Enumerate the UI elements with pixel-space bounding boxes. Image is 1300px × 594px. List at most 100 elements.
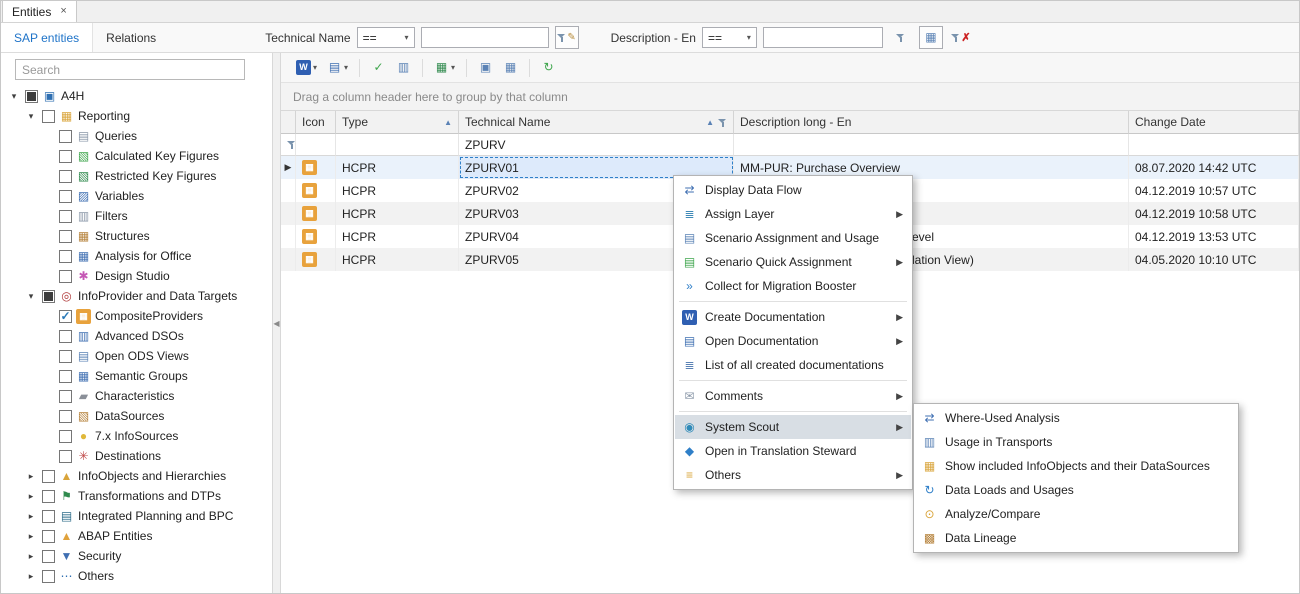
checkbox-unchecked[interactable] [59,450,72,463]
context-menu-item-others[interactable]: ≡Others▶ [675,463,911,487]
cell-type[interactable]: HCPR [336,202,459,225]
export-excel-button[interactable]: ▦▾ [429,56,460,80]
checkbox-unchecked[interactable] [59,390,72,403]
tree-item-7-x-infosources[interactable]: ●7.x InfoSources [1,426,272,446]
filter-settings-button[interactable]: ▦ [919,26,943,49]
tree-item-analysis-for-office[interactable]: ▦Analysis for Office [1,246,272,266]
collapse-icon[interactable]: ▾ [24,111,38,122]
tree-item-queries[interactable]: ▤Queries [1,126,272,146]
scout-submenu-item-show-included-infoobjects-and-their-datasources[interactable]: ▦Show included InfoObjects and their Dat… [915,454,1237,478]
checkbox-unchecked[interactable] [59,330,72,343]
checkbox-partial[interactable] [42,290,55,303]
context-menu-item-create-documentation[interactable]: WCreate Documentation▶ [675,305,911,329]
tree-item-infoprovider-and-data-targets[interactable]: ▾◎InfoProvider and Data Targets [1,286,272,306]
expand-icon[interactable]: ▸ [24,571,38,582]
context-menu-item-system-scout[interactable]: ◉System Scout▶ [675,415,911,439]
checkbox-unchecked[interactable] [59,210,72,223]
search-input[interactable] [15,59,245,80]
tree-item-a4h[interactable]: ▾▣A4H [1,86,272,106]
checkbox-unchecked[interactable] [42,110,55,123]
refresh-button[interactable]: ↻ [536,56,561,80]
row-indicator[interactable] [281,225,296,248]
checkbox-unchecked[interactable] [59,410,72,423]
cell-icon[interactable]: ▦ [296,156,336,179]
expand-icon[interactable]: ▸ [24,511,38,522]
tree-item-datasources[interactable]: ▧DataSources [1,406,272,426]
checkbox-unchecked[interactable] [59,350,72,363]
checkbox-unchecked[interactable] [42,550,55,563]
collapse-sidebar-icon[interactable]: ◀ [273,319,279,328]
tree-item-others[interactable]: ▸⋯Others [1,566,272,586]
cell-type[interactable]: HCPR [336,248,459,271]
context-menu-item-comments[interactable]: ✉Comments▶ [675,384,911,408]
tab-entities[interactable]: Entities × [2,0,77,22]
tree-item-reporting[interactable]: ▾▦Reporting [1,106,272,126]
context-menu-item-open-in-translation-steward[interactable]: ◆Open in Translation Steward [675,439,911,463]
open-documentation-button[interactable]: ▤▾ [322,56,353,80]
checkbox-unchecked[interactable] [59,130,72,143]
technical-name-filter-input[interactable] [421,27,549,48]
tree-item-variables[interactable]: ▨Variables [1,186,272,206]
cell-icon[interactable]: ▦ [296,202,336,225]
row-indicator[interactable] [281,179,296,202]
copy-grid-button[interactable]: ▦ [498,56,523,80]
cell-icon[interactable]: ▦ [296,179,336,202]
cell-change-date[interactable]: 04.05.2020 10:10 UTC [1129,248,1299,271]
cell-icon[interactable]: ▦ [296,225,336,248]
checkbox-unchecked[interactable] [59,430,72,443]
checkbox-unchecked[interactable] [59,230,72,243]
collapse-icon[interactable]: ▾ [7,91,21,102]
expand-icon[interactable]: ▸ [24,531,38,542]
column-header-type[interactable]: Type▲ [336,111,459,134]
filter-cell-icon[interactable] [296,134,336,156]
cell-type[interactable]: HCPR [336,179,459,202]
clear-filter-button[interactable]: ✗ [949,26,973,49]
row-indicator[interactable] [281,248,296,271]
collapse-icon[interactable]: ▾ [24,291,38,302]
tree-item-structures[interactable]: ▦Structures [1,226,272,246]
tab-relations[interactable]: Relations [93,23,169,52]
column-header-change-date[interactable]: Change Date [1129,111,1299,134]
tree-item-infoobjects-and-hierarchies[interactable]: ▸▲InfoObjects and Hierarchies [1,466,272,486]
tree-item-restricted-key-figures[interactable]: ▧Restricted Key Figures [1,166,272,186]
tree-item-compositeproviders[interactable]: ▦CompositeProviders [1,306,272,326]
columns-button[interactable]: ▥ [391,56,416,80]
cell-type[interactable]: HCPR [336,156,459,179]
tree-item-open-ods-views[interactable]: ▤Open ODS Views [1,346,272,366]
tree-item-semantic-groups[interactable]: ▦Semantic Groups [1,366,272,386]
checkbox-unchecked[interactable] [42,530,55,543]
checkbox-unchecked[interactable] [42,510,55,523]
filter-cell-description[interactable] [734,134,1129,156]
checkbox-unchecked[interactable] [59,190,72,203]
expand-icon[interactable]: ▸ [24,491,38,502]
checkbox-partial[interactable] [25,90,38,103]
group-by-bar[interactable]: Drag a column header here to group by th… [281,83,1299,111]
chevron-down-icon[interactable]: ▾ [313,63,317,72]
expand-icon[interactable]: ▸ [24,471,38,482]
filter-cell-change-date[interactable] [1129,134,1299,156]
context-menu-item-scenario-quick-assignment[interactable]: ▤Scenario Quick Assignment▶ [675,250,911,274]
close-icon[interactable]: × [60,6,66,17]
copy-button[interactable]: ▣ [473,56,498,80]
context-menu-item-list-of-all-created-documentations[interactable]: ≣List of all created documentations [675,353,911,377]
checkbox-unchecked[interactable] [42,570,55,583]
cell-icon[interactable]: ▦ [296,248,336,271]
chevron-down-icon[interactable]: ▾ [344,63,348,72]
chevron-down-icon[interactable]: ▾ [451,63,455,72]
filter-cell-technical-name[interactable]: ZPURV [459,134,734,156]
checkbox-unchecked[interactable] [59,170,72,183]
checkbox-unchecked[interactable] [59,250,72,263]
checkbox-checked[interactable] [59,310,72,323]
description-filter-input[interactable] [763,27,883,48]
scout-submenu-item-data-loads-and-usages[interactable]: ↻Data Loads and Usages [915,478,1237,502]
context-menu-item-open-documentation[interactable]: ▤Open Documentation▶ [675,329,911,353]
row-indicator[interactable]: ▶ [281,156,296,179]
filter-cell-type[interactable] [336,134,459,156]
create-documentation-button[interactable]: W▾ [291,56,322,80]
column-header-technical-name[interactable]: Technical Name▲ [459,111,734,134]
technical-name-operator-select[interactable]: == ▾ [357,27,415,48]
cell-change-date[interactable]: 04.12.2019 10:57 UTC [1129,179,1299,202]
cell-change-date[interactable]: 04.12.2019 13:53 UTC [1129,225,1299,248]
filter-row-indicator[interactable] [281,134,296,156]
row-indicator[interactable] [281,202,296,225]
